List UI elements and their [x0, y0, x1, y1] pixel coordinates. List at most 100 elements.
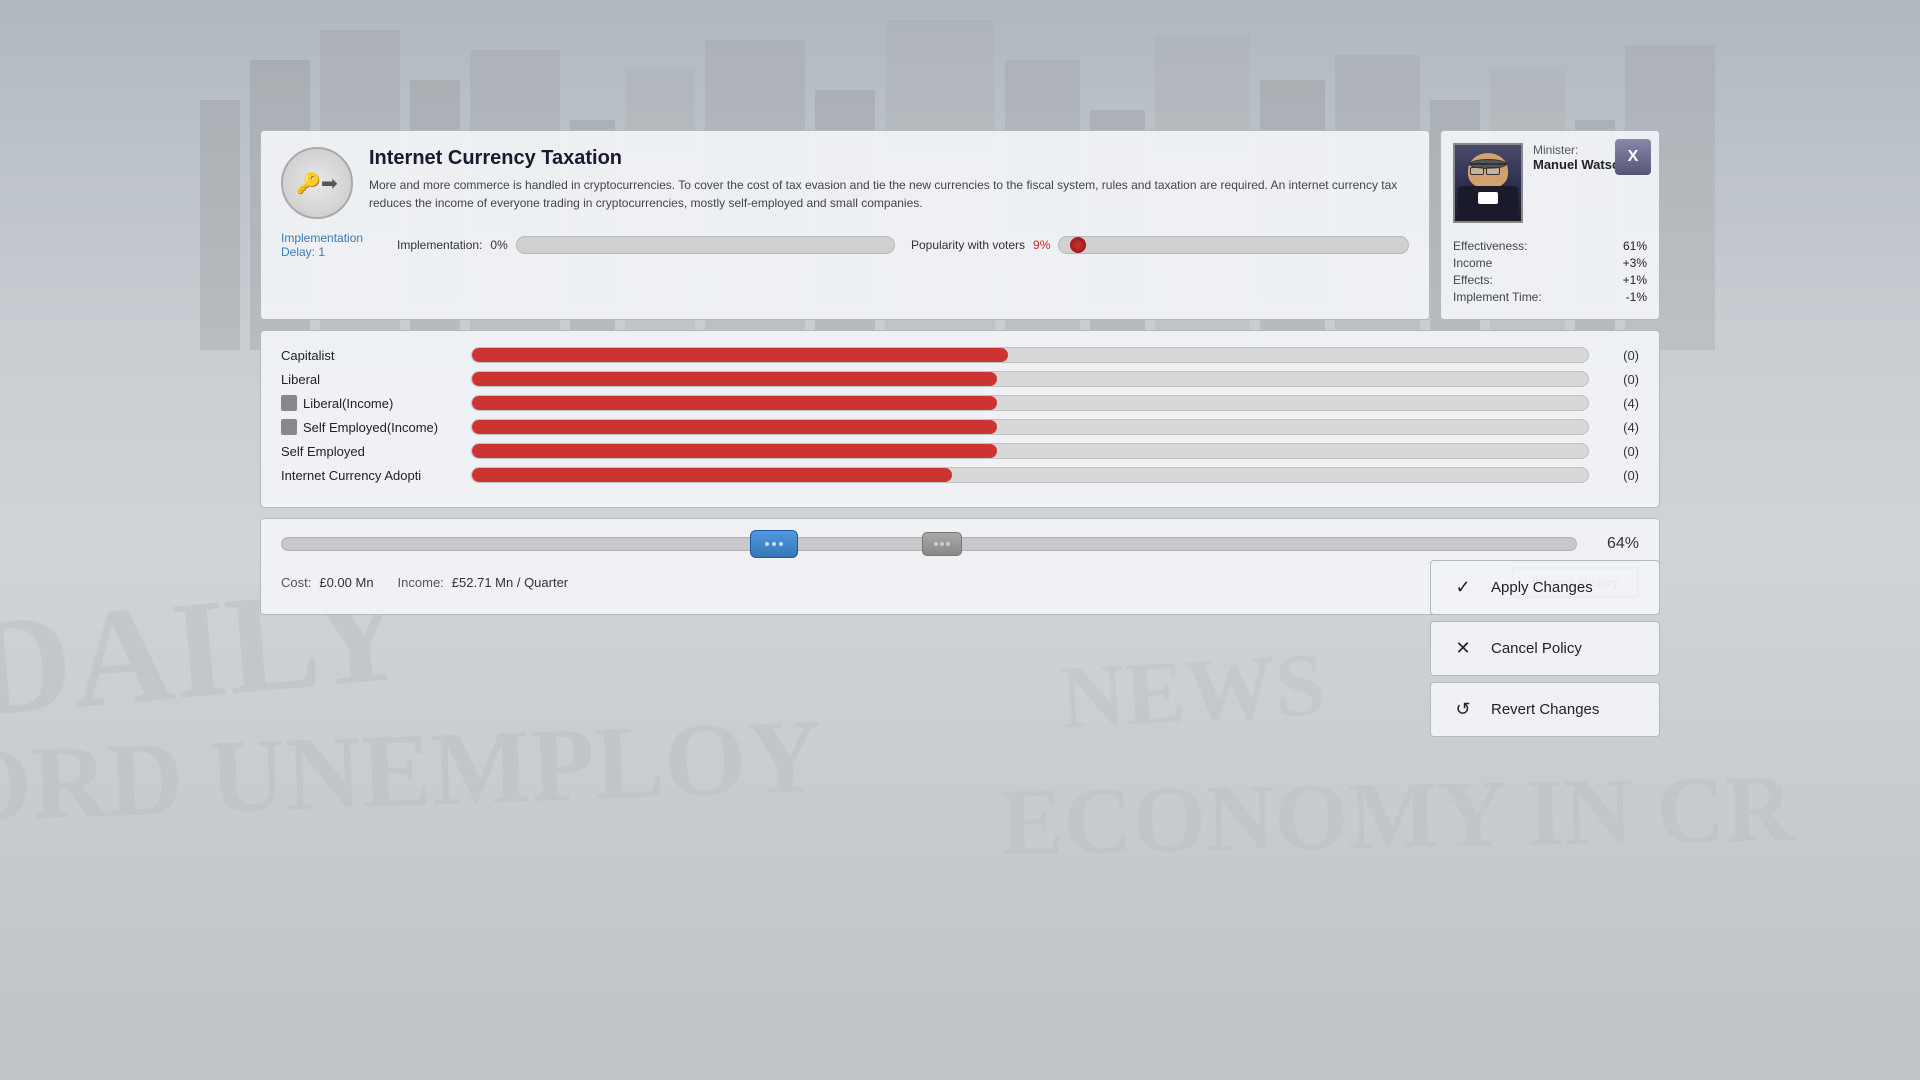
minister-portrait	[1453, 143, 1523, 223]
cancel-icon: ✕	[1447, 633, 1479, 665]
voter-label-liberal: Liberal	[281, 372, 461, 387]
voter-label-internet-currency: Internet Currency Adopti	[281, 468, 461, 483]
cancel-policy-label: Cancel Policy	[1491, 640, 1582, 657]
voter-label-capitalist: Capitalist	[281, 348, 461, 363]
cost-row: Cost: £0.00 Mn	[281, 575, 374, 590]
slider-thumb-gray[interactable]	[922, 532, 962, 556]
voter-bar-fill-capitalist	[472, 348, 1008, 362]
stat-effectiveness-label: Effectiveness:	[1453, 239, 1527, 253]
slider-percentage: 64%	[1589, 535, 1639, 553]
minister-stats: Effectiveness: 61% Income +3% Effects: +…	[1453, 239, 1647, 304]
apply-changes-button[interactable]: ✓ Apply Changes	[1430, 560, 1660, 615]
popularity-bar-dot	[1070, 237, 1086, 253]
gray-thumb-dot-1	[934, 542, 938, 546]
liberal-income-text: Liberal(Income)	[303, 396, 393, 411]
impl-bar-section: Implementation: 0%	[397, 236, 895, 254]
policy-title-section: Internet Currency Taxation More and more…	[369, 147, 1409, 212]
thumb-dot-1	[765, 542, 769, 546]
cancel-policy-button[interactable]: ✕ Cancel Policy	[1430, 621, 1660, 676]
voter-row-self-employed-income: Self Employed(Income) (4)	[281, 419, 1639, 435]
voter-value-self-employed-income: (4)	[1599, 420, 1639, 435]
self-employed-text: Self Employed	[281, 444, 365, 459]
voter-value-capitalist: (0)	[1599, 348, 1639, 363]
income-value: £52.71 Mn / Quarter	[452, 575, 568, 590]
policy-slider[interactable]	[281, 537, 1577, 551]
revert-changes-label: Revert Changes	[1491, 701, 1599, 718]
minister-name: Manuel Watson	[1533, 157, 1628, 172]
policy-header: 🔑➡ Internet Currency Taxation More and m…	[281, 147, 1409, 219]
stat-effects-value: +1%	[1623, 273, 1647, 287]
voter-value-self-employed: (0)	[1599, 444, 1639, 459]
policy-description: More and more commerce is handled in cry…	[369, 176, 1409, 212]
voter-bar-capitalist	[471, 347, 1589, 363]
impl-label: Implementation:	[397, 238, 482, 252]
main-container: 🔑➡ Internet Currency Taxation More and m…	[260, 130, 1660, 615]
revert-changes-button[interactable]: ↺ Revert Changes	[1430, 682, 1660, 737]
gray-thumb-dot-2	[940, 542, 944, 546]
impl-delay-label: Implementation	[281, 231, 381, 245]
implementation-section: Implementation Delay: 1 Implementation: …	[281, 231, 1409, 259]
internet-currency-text: Internet Currency Adopti	[281, 468, 421, 483]
newspaper-text-news: NEWS	[1057, 633, 1327, 750]
impl-pct: 0%	[490, 238, 507, 252]
stat-implement-time: Implement Time: -1%	[1453, 290, 1647, 304]
policy-panel: 🔑➡ Internet Currency Taxation More and m…	[260, 130, 1660, 320]
voter-row-liberal: Liberal (0)	[281, 371, 1639, 387]
cost-label: Cost:	[281, 575, 311, 590]
minister-glasses-shape	[1470, 163, 1506, 171]
apply-changes-label: Apply Changes	[1491, 579, 1593, 596]
voter-bar-liberal	[471, 371, 1589, 387]
stat-implement-time-label: Implement Time:	[1453, 290, 1542, 304]
voter-bar-fill-self-employed-income	[472, 420, 997, 434]
implementation-bar[interactable]	[516, 236, 895, 254]
impl-delay-value: Delay: 1	[281, 245, 381, 259]
voter-value-liberal: (0)	[1599, 372, 1639, 387]
stat-income: Income +3%	[1453, 256, 1647, 270]
voter-value-liberal-income: (4)	[1599, 396, 1639, 411]
stat-effectiveness-value: 61%	[1623, 239, 1647, 253]
voter-row-capitalist: Capitalist (0)	[281, 347, 1639, 363]
voter-bar-self-employed-income	[471, 419, 1589, 435]
thumb-dot-3	[779, 542, 783, 546]
voter-bar-fill-self-employed	[472, 444, 997, 458]
income-label: Income:	[398, 575, 444, 590]
minister-label: Minister:	[1533, 143, 1628, 157]
voter-row-liberal-income: Liberal(Income) (4)	[281, 395, 1639, 411]
cost-value: £0.00 Mn	[319, 575, 373, 590]
stat-implement-time-value: -1%	[1626, 290, 1647, 304]
revert-icon: ↺	[1447, 694, 1479, 726]
minister-name-section: Minister: Manuel Watson	[1533, 143, 1628, 231]
stat-effects-label: Effects:	[1453, 273, 1493, 287]
implementation-delay: Implementation Delay: 1	[281, 231, 381, 259]
stat-effects: Effects: +1%	[1453, 273, 1647, 287]
voter-row-internet-currency: Internet Currency Adopti (0)	[281, 467, 1639, 483]
policy-info-box: 🔑➡ Internet Currency Taxation More and m…	[260, 130, 1430, 320]
newspaper-text-economy: ECONOMY IN CR	[999, 753, 1794, 877]
income-row: Income: £52.71 Mn / Quarter	[398, 575, 569, 590]
checkmark-icon: ✓	[1447, 572, 1479, 604]
gray-thumb-dot-3	[946, 542, 950, 546]
popularity-pct: 9%	[1033, 238, 1050, 252]
stat-income-value: +3%	[1623, 256, 1647, 270]
voter-bar-internet-currency	[471, 467, 1589, 483]
currency-icon: 🔑➡	[296, 171, 338, 196]
voter-bar-fill-internet-currency	[472, 468, 952, 482]
stat-effectiveness: Effectiveness: 61%	[1453, 239, 1647, 253]
close-icon: X	[1628, 148, 1639, 166]
slider-thumb-blue[interactable]	[750, 530, 798, 558]
liberal-income-icon	[281, 395, 297, 411]
minister-body-shape	[1458, 186, 1518, 221]
popularity-label: Popularity with voters	[911, 238, 1025, 252]
voter-bar-self-employed	[471, 443, 1589, 459]
voter-label-self-employed-income: Self Employed(Income)	[281, 419, 461, 435]
voter-bar-liberal-income	[471, 395, 1589, 411]
liberal-text: Liberal	[281, 372, 320, 387]
voter-label-liberal-income: Liberal(Income)	[281, 395, 461, 411]
slider-row: 64%	[281, 535, 1639, 553]
voter-row-self-employed: Self Employed (0)	[281, 443, 1639, 459]
popularity-bar[interactable]	[1058, 236, 1409, 254]
close-button[interactable]: X	[1615, 139, 1651, 175]
stat-income-label: Income	[1453, 256, 1492, 270]
popularity-section: Popularity with voters 9%	[911, 236, 1409, 254]
voter-value-internet-currency: (0)	[1599, 468, 1639, 483]
